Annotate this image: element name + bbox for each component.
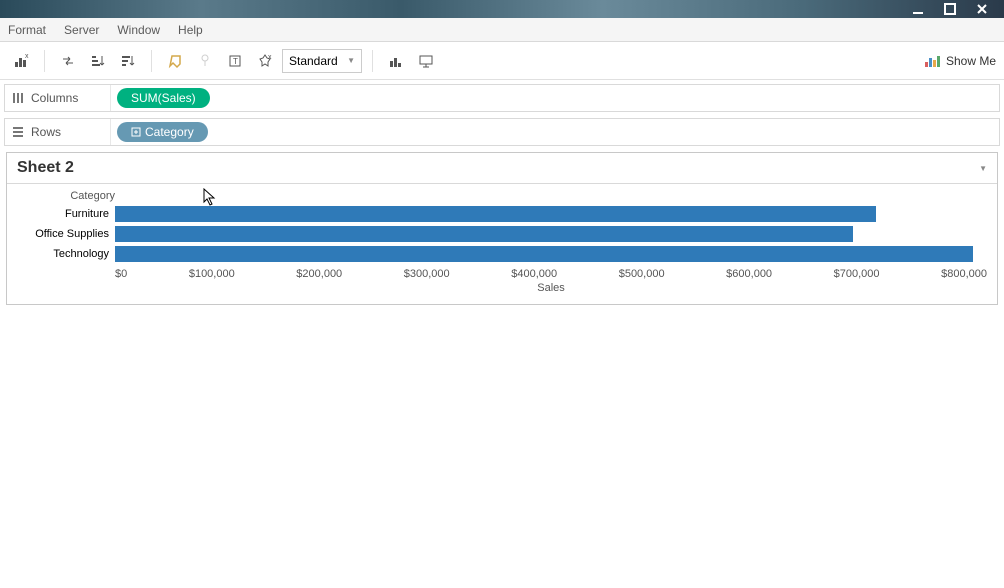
label-icon[interactable]: T bbox=[222, 48, 248, 74]
sort-asc-icon[interactable] bbox=[85, 48, 111, 74]
menubar: Format Server Window Help bbox=[0, 18, 1004, 42]
columns-shelf[interactable]: Columns SUM(Sales) bbox=[4, 84, 1000, 112]
bar-label[interactable]: Furniture bbox=[17, 208, 115, 220]
fit-dropdown-label: Standard bbox=[289, 54, 338, 68]
viz-container: Sheet 2 ▼ Category Furniture Office Supp… bbox=[0, 152, 1004, 311]
rows-shelf-label: Rows bbox=[5, 119, 111, 145]
fit-dropdown[interactable]: Standard ▼ bbox=[282, 49, 362, 73]
sheet-menu-caret[interactable]: ▼ bbox=[979, 164, 987, 173]
show-me-button[interactable]: Show Me bbox=[924, 53, 996, 69]
svg-text:T: T bbox=[233, 57, 238, 66]
menu-server[interactable]: Server bbox=[64, 23, 99, 37]
show-cards-icon[interactable] bbox=[383, 48, 409, 74]
chart-type-icon[interactable]: x bbox=[8, 48, 34, 74]
x-axis: $0 $100,000 $200,000 $300,000 $400,000 $… bbox=[17, 268, 987, 280]
sheet-title[interactable]: Sheet 2 bbox=[17, 159, 74, 177]
category-header: Category bbox=[17, 190, 115, 202]
minimize-button[interactable] bbox=[902, 1, 934, 17]
show-me-label: Show Me bbox=[946, 54, 996, 68]
columns-shelf-label: Columns bbox=[5, 85, 111, 111]
menu-window[interactable]: Window bbox=[117, 23, 160, 37]
bar-label[interactable]: Technology bbox=[17, 248, 115, 260]
plus-icon bbox=[131, 127, 141, 137]
sort-desc-icon[interactable] bbox=[115, 48, 141, 74]
chevron-down-icon: ▼ bbox=[347, 56, 355, 65]
columns-icon bbox=[11, 91, 25, 105]
show-me-icon bbox=[924, 53, 940, 69]
svg-text:x: x bbox=[268, 54, 272, 61]
bar-row-technology: Technology bbox=[17, 244, 987, 264]
close-button[interactable] bbox=[966, 1, 998, 17]
bar-row-furniture: Furniture bbox=[17, 204, 987, 224]
rows-icon bbox=[11, 125, 25, 139]
toolbar-separator bbox=[372, 50, 373, 72]
clear-icon[interactable]: x bbox=[252, 48, 278, 74]
menu-format[interactable]: Format bbox=[8, 23, 46, 37]
bar-row-office-supplies: Office Supplies bbox=[17, 224, 987, 244]
columns-pill-sum-sales[interactable]: SUM(Sales) bbox=[117, 88, 210, 108]
bar-label[interactable]: Office Supplies bbox=[17, 228, 115, 240]
sheet-title-row: Sheet 2 ▼ bbox=[7, 153, 997, 184]
maximize-button[interactable] bbox=[934, 1, 966, 17]
rows-shelf[interactable]: Rows Category bbox=[4, 118, 1000, 146]
window-titlebar bbox=[0, 0, 1004, 18]
bar-technology[interactable] bbox=[115, 246, 973, 262]
menu-help[interactable]: Help bbox=[178, 23, 203, 37]
toolbar: x T x Standard ▼ Show Me bbox=[0, 42, 1004, 80]
svg-text:x: x bbox=[25, 53, 29, 60]
swap-rows-columns-icon[interactable] bbox=[55, 48, 81, 74]
shelves: Columns SUM(Sales) Rows Category bbox=[0, 80, 1004, 146]
chart-area[interactable]: Category Furniture Office Supplies Techn… bbox=[7, 184, 997, 304]
toolbar-separator bbox=[151, 50, 152, 72]
bar-furniture[interactable] bbox=[115, 206, 876, 222]
highlight-icon[interactable] bbox=[162, 48, 188, 74]
rows-pill-category[interactable]: Category bbox=[117, 122, 208, 142]
x-axis-ticks: $0 $100,000 $200,000 $300,000 $400,000 $… bbox=[115, 268, 987, 280]
bar-office-supplies[interactable] bbox=[115, 226, 853, 242]
presentation-icon[interactable] bbox=[413, 48, 439, 74]
x-axis-title: Sales bbox=[115, 282, 987, 294]
pin-icon[interactable] bbox=[192, 48, 218, 74]
toolbar-separator bbox=[44, 50, 45, 72]
